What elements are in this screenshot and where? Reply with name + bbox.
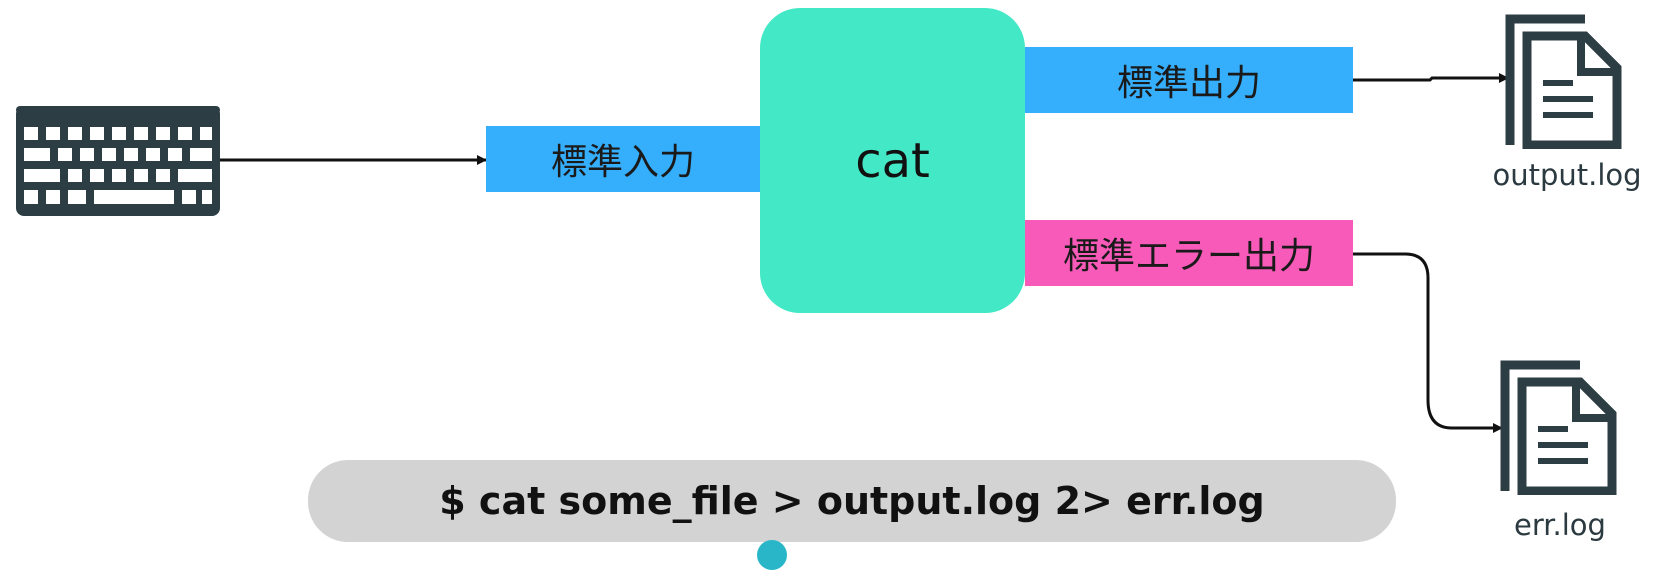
stdout-label: 標準出力: [1116, 63, 1261, 104]
command-text: $ cat some_file > output.log 2> err.log: [439, 479, 1265, 523]
stdin-label: 標準入力: [550, 142, 695, 183]
process-label: cat: [855, 132, 930, 189]
error-file-name: err.log: [1514, 508, 1606, 542]
stderr-box: 標準エラー出力: [1025, 220, 1353, 286]
stderr-to-err-arrow: [1353, 252, 1503, 433]
command-pill: $ cat some_file > output.log 2> err.log: [308, 460, 1396, 542]
keyboard-icon: [16, 106, 220, 216]
stderr-label: 標準エラー出力: [1062, 236, 1315, 277]
stdin-box: 標準入力: [486, 126, 760, 192]
output-file-icon: [1505, 14, 1622, 149]
stdout-box: 標準出力: [1025, 47, 1353, 113]
error-file-icon: [1500, 360, 1617, 495]
decorative-dot: [757, 540, 787, 570]
output-file-name: output.log: [1492, 158, 1642, 192]
stdout-to-output-arrow: [1353, 73, 1509, 83]
process-box: cat: [760, 8, 1025, 313]
